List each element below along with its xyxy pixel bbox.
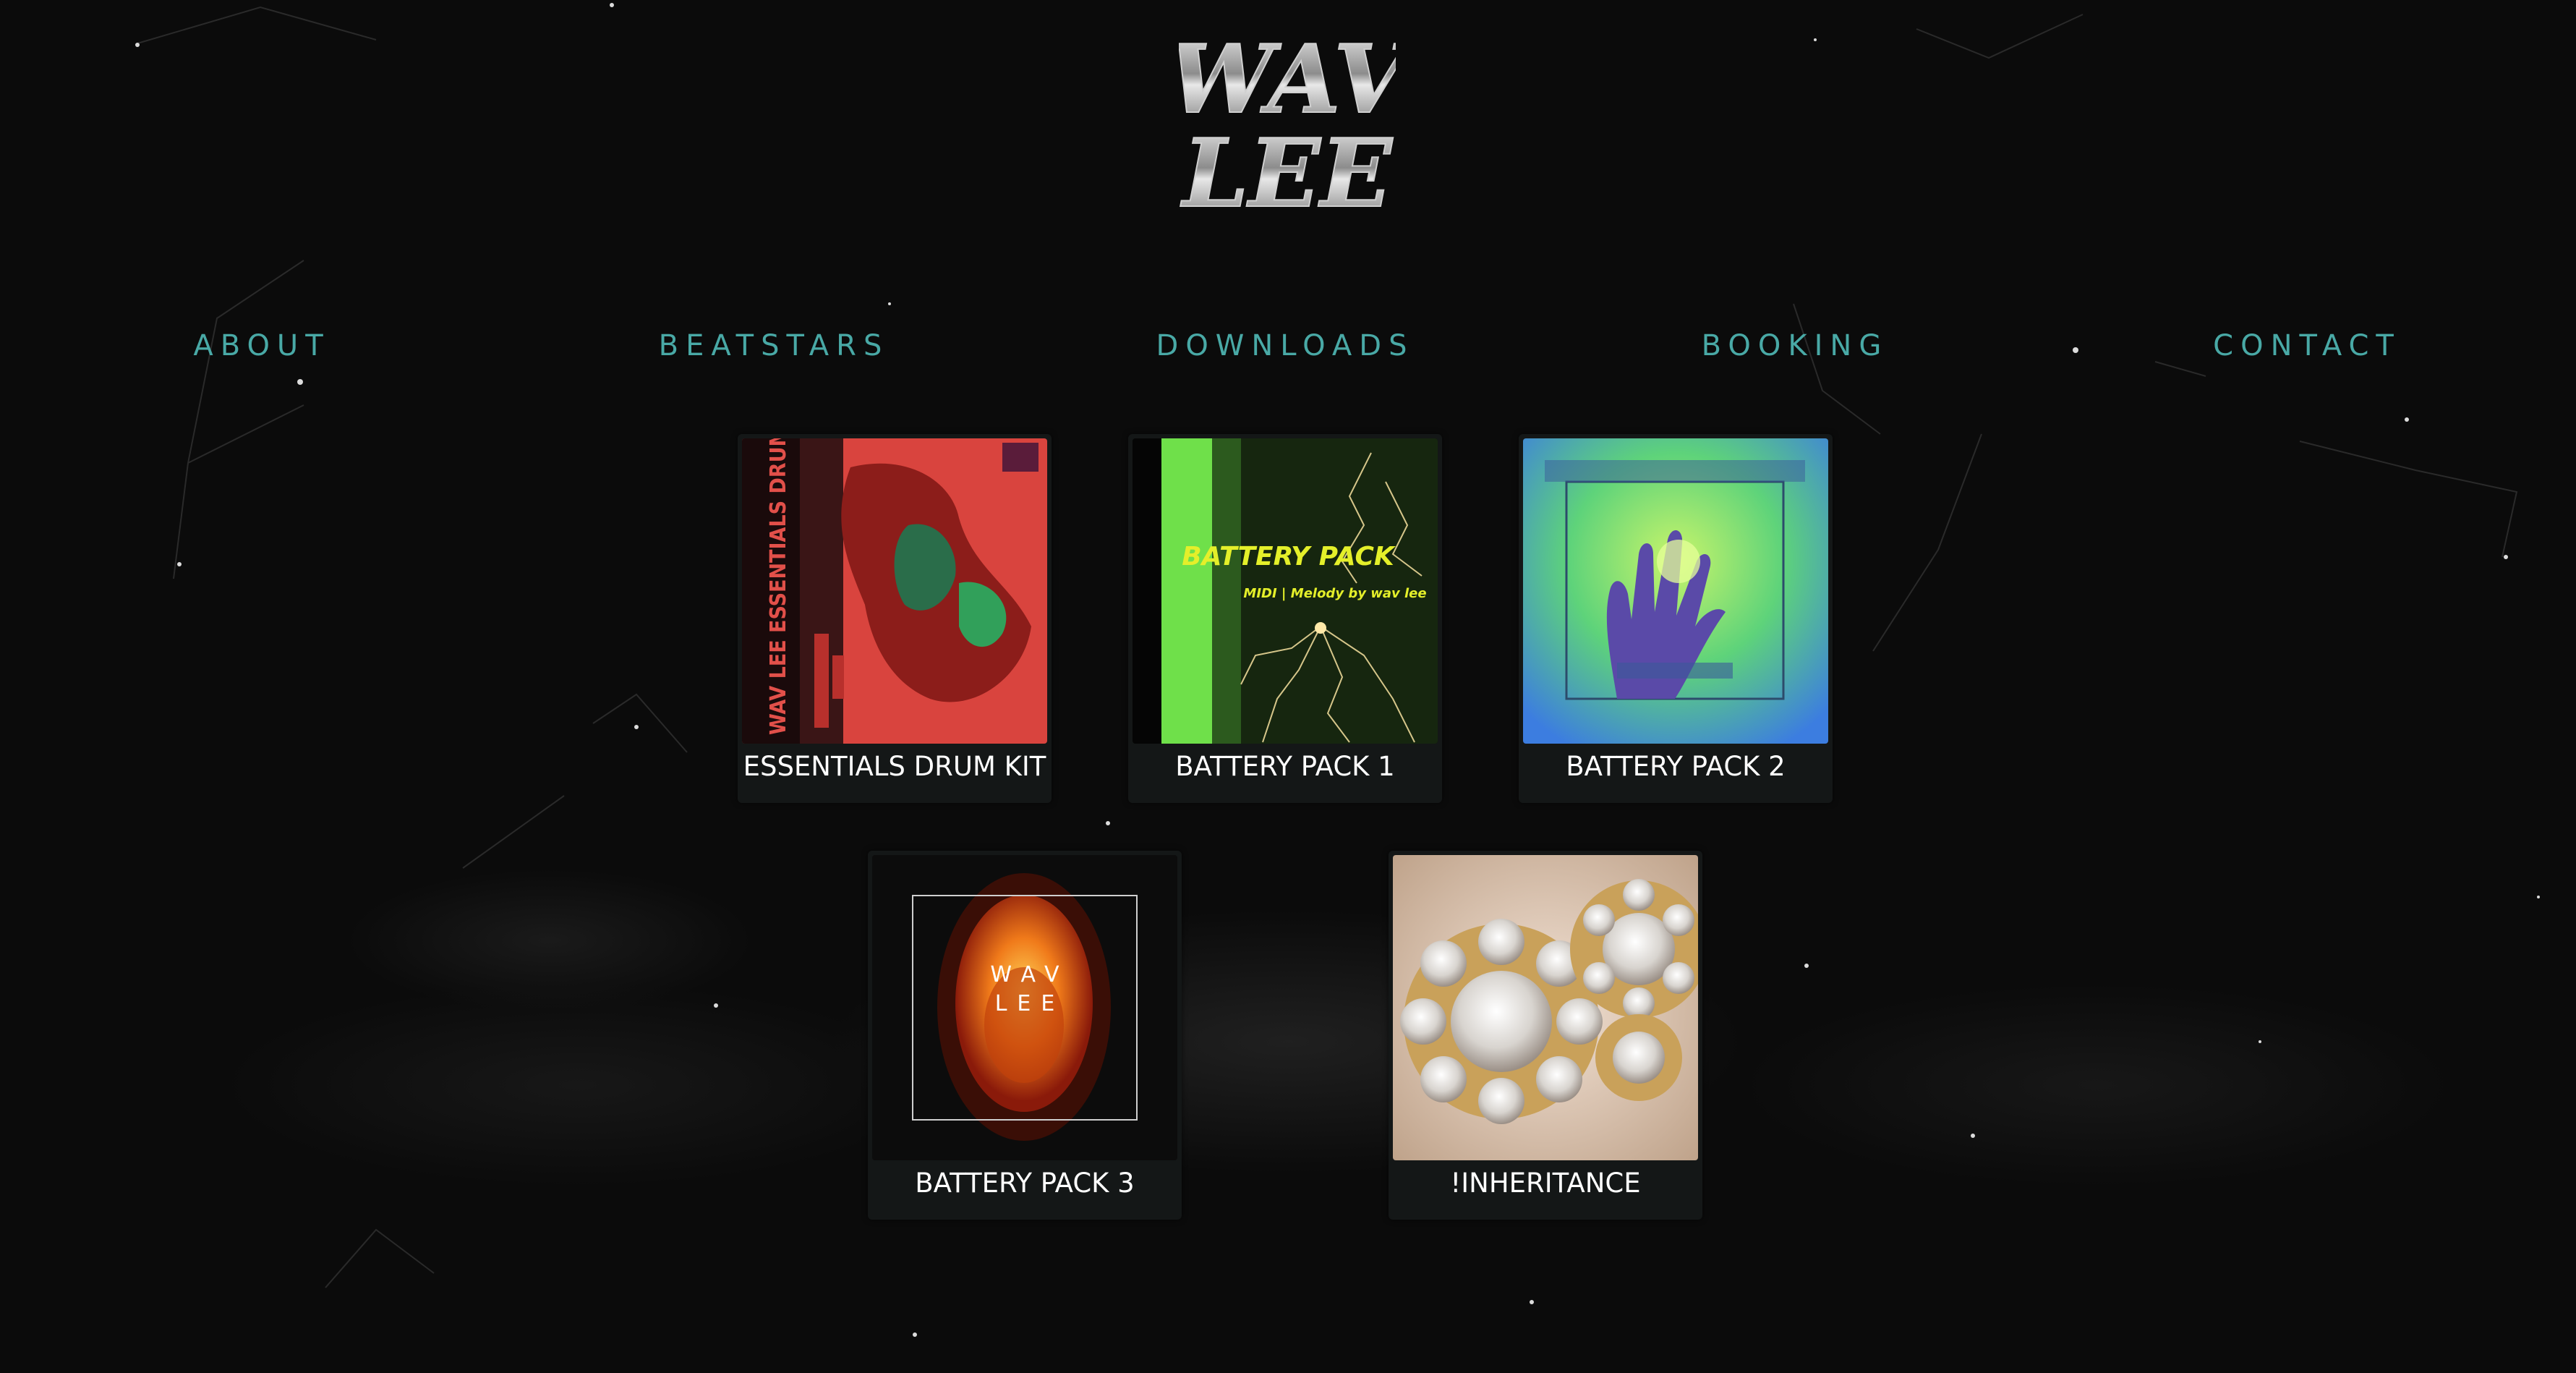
battery-pack-2-cover[interactable] [1523,438,1828,744]
nav-contact[interactable]: CONTACT [2054,329,2560,362]
essentials-drum-kit-cover[interactable]: WAV LEE ESSENTIALS DRUM KIT [742,438,1047,744]
cover-text-battery-pack: BATTERY PACK [1182,542,1396,571]
product-title[interactable]: BATTERY PACK 2 [1519,751,1833,782]
product-card-battery-pack-3[interactable]: WAV LEE BATTERY PACK 3 [868,851,1182,1220]
nav-downloads[interactable]: DOWNLOADS [1032,329,1538,362]
product-card-battery-pack-2[interactable]: BATTERY PACK 2 [1519,434,1833,803]
inheritance-cover[interactable] [1393,855,1698,1160]
product-title[interactable]: BATTERY PACK 1 [1128,751,1442,782]
battery-pack-1-cover[interactable]: BATTERY PACK MIDI | Melody by wav lee [1133,438,1438,744]
nav-about[interactable]: ABOUT [9,329,515,362]
logo-line-2: LEE [1180,118,1393,224]
main-nav: ABOUT BEATSTARS DOWNLOADS BOOKING CONTAC… [0,329,2576,373]
product-card-battery-pack-1[interactable]: BATTERY PACK MIDI | Melody by wav lee BA… [1128,434,1442,803]
product-title[interactable]: BATTERY PACK 3 [868,1168,1182,1199]
product-card-inheritance[interactable]: !INHERITANCE [1389,851,1702,1220]
nav-beatstars[interactable]: BEATSTARS [521,329,1027,362]
cover-text-essentials: WAV LEE ESSENTIALS DRUM KIT [766,438,791,735]
cover-text-line-1: WAV [990,962,1069,987]
product-card-essentials-drum-kit[interactable]: WAV LEE ESSENTIALS DRUM KIT ESSENTIALS D… [738,434,1052,803]
page: WAV LEE ABOUT BEATSTARS DOWNLOADS BOOKIN… [0,0,2576,1373]
battery-pack-3-cover[interactable]: WAV LEE [872,855,1177,1160]
nav-booking[interactable]: BOOKING [1542,329,2048,362]
cover-text-line-2: LEE [995,991,1065,1016]
product-title[interactable]: !INHERITANCE [1389,1168,1702,1199]
wav-lee-logo[interactable]: WAV LEE [1167,22,1415,229]
logo-mark: WAV LEE [1167,23,1415,229]
product-title[interactable]: ESSENTIALS DRUM KIT [738,751,1052,782]
cover-subtext-battery-pack: MIDI | Melody by wav lee [1243,586,1426,601]
